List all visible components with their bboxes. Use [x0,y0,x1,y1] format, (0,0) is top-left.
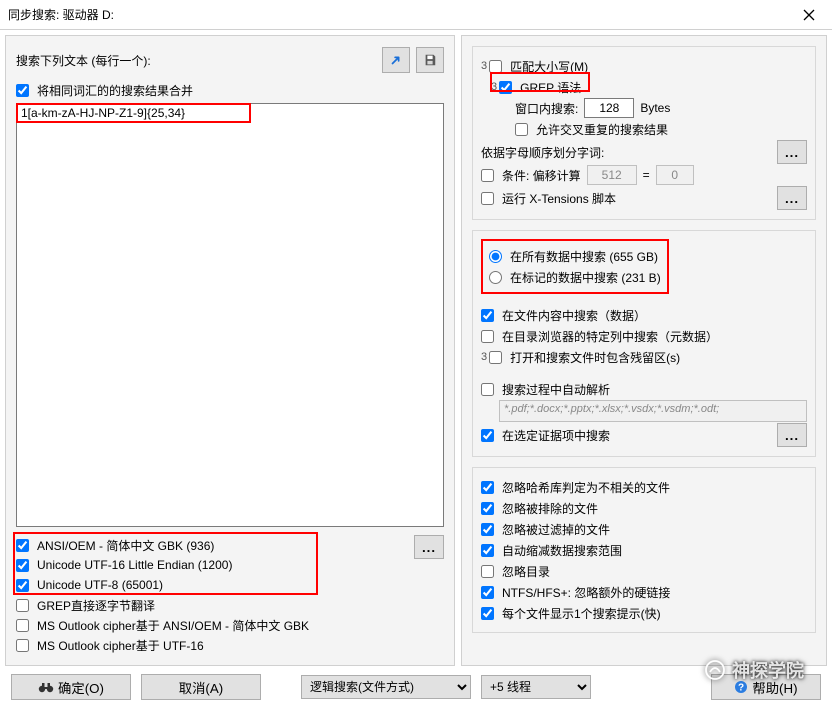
close-icon [801,7,817,23]
condition-rem-input [656,165,694,185]
left-panel: 搜索下列文本 (每行一个): [5,35,455,666]
search-text-input[interactable] [16,103,444,527]
window-search-label: 窗口内搜索: [515,100,578,117]
auto-parse-extensions: *.pdf;*.docx;*.pptx;*.xlsx;*.vsdx;*.vsdm… [499,400,807,422]
help-icon: ? [734,680,748,694]
condition-checkbox[interactable]: 条件: 偏移计算 [481,167,581,184]
encoding-label: Unicode UTF-8 (65001) [37,578,163,592]
split-words-label: 依据字母顺序划分字词: [481,144,771,161]
encoding-item: MS Outlook cipher基于 UTF-16 [16,635,444,655]
merge-results-checkbox[interactable]: 将相同词汇的的搜索结果合并 [16,82,193,99]
window-bytes-input[interactable] [584,98,634,118]
bottom-bar: 确定(O) 取消(A) 逻辑搜索(文件方式) +5 线程 ? 帮助(H) [5,666,827,704]
encoding-checkbox[interactable]: Unicode UTF-16 Little Endian (1200) [16,558,232,572]
encoding-label: ANSI/OEM - 简体中文 GBK (936) [37,537,214,554]
encoding-checkbox[interactable]: MS Outlook cipher基于 UTF-16 [16,637,204,654]
evidence-config-button[interactable]: ... [777,423,807,447]
encoding-label: Unicode UTF-16 Little Endian (1200) [37,558,232,572]
ignore-hash-checkbox[interactable]: 忽略哈希库判定为不相关的文件 [481,479,670,496]
ignore-dirs-checkbox[interactable]: 忽略目录 [481,563,550,580]
save-icon [423,52,437,68]
annotation-num-slack: 3 [481,351,487,363]
titlebar: 同步搜索: 驱动器 D: [0,0,832,30]
window-title: 同步搜索: 驱动器 D: [8,6,786,23]
threads-select[interactable]: +5 线程 [481,675,591,699]
search-mode-select[interactable]: 逻辑搜索(文件方式) [301,675,471,699]
auto-shrink-checkbox[interactable]: 自动缩减数据搜索范围 [481,542,622,559]
encoding-checkbox[interactable]: ANSI/OEM - 简体中文 GBK (936) [16,537,214,554]
encoding-item: Unicode UTF-8 (65001) [16,575,444,595]
svg-text:?: ? [738,683,744,694]
encodings-group: ANSI/OEM - 简体中文 GBK (936) Unicode UTF-16 … [16,535,444,655]
annotation-num-matchcase: 3 [481,60,487,72]
load-button[interactable] [382,47,410,73]
search-prompt-label: 搜索下列文本 (每行一个): [16,52,151,69]
scope-tagged-radio[interactable]: 在标记的数据中搜索 (231 B) [489,269,661,286]
help-button[interactable]: ? 帮助(H) [711,674,821,700]
window-bytes-unit: Bytes [640,101,670,115]
scope-all-radio[interactable]: 在所有数据中搜索 (655 GB) [489,248,658,265]
include-slack-checkbox[interactable]: 打开和搜索文件时包含残留区(s) [489,349,680,366]
ok-button[interactable]: 确定(O) [11,674,131,700]
encoding-label: MS Outlook cipher基于 UTF-16 [37,637,204,654]
in-file-content-checkbox[interactable]: 在文件内容中搜索（数据） [481,307,646,324]
right-panel: 3 匹配大小写(M) 3 GREP 语法 窗口内搜索: Bytes 允许交叉重复… [461,35,827,666]
close-button[interactable] [786,0,832,30]
ntfs-hfs-checkbox[interactable]: NTFS/HFS+: 忽略额外的硬链接 [481,584,670,601]
encoding-item: Unicode UTF-16 Little Endian (1200) [16,555,444,575]
condition-mod-input [587,165,637,185]
in-dir-columns-checkbox[interactable]: 在目录浏览器的特定列中搜索（元数据） [481,328,718,345]
annotation-redbox-scope: 在所有数据中搜索 (655 GB) 在标记的数据中搜索 (231 B) [481,239,669,294]
split-words-config-button[interactable]: ... [777,140,807,164]
encoding-item: GREP直接逐字节翻译 [16,595,444,615]
annotation-num-grep: 3 [491,81,497,93]
run-xtensions-checkbox[interactable]: 运行 X-Tensions 脚本 [481,190,771,207]
ignore-excluded-checkbox[interactable]: 忽略被排除的文件 [481,500,598,517]
encoding-item: MS Outlook cipher基于 ANSI/OEM - 简体中文 GBK [16,615,444,635]
xtensions-config-button[interactable]: ... [777,186,807,210]
encoding-item: ANSI/OEM - 简体中文 GBK (936) [16,535,444,555]
shortcut-icon [389,52,403,68]
encoding-label: MS Outlook cipher基于 ANSI/OEM - 简体中文 GBK [37,617,309,634]
binoculars-icon [38,680,54,694]
encoding-checkbox[interactable]: GREP直接逐字节翻译 [16,597,155,614]
per-file-hint-checkbox[interactable]: 每个文件显示1个搜索提示(快) [481,605,661,622]
auto-parse-checkbox[interactable]: 搜索过程中自动解析 [481,381,610,398]
encoding-checkbox[interactable]: MS Outlook cipher基于 ANSI/OEM - 简体中文 GBK [16,617,309,634]
cancel-button[interactable]: 取消(A) [141,674,261,700]
encodings-more-button[interactable]: ... [414,535,444,559]
match-case-checkbox[interactable]: 匹配大小写(M) [489,58,588,75]
save-button[interactable] [416,47,444,73]
encoding-checkbox[interactable]: Unicode UTF-8 (65001) [16,578,163,592]
encoding-label: GREP直接逐字节翻译 [37,597,155,614]
ignore-filtered-checkbox[interactable]: 忽略被过滤掉的文件 [481,521,610,538]
in-evidence-checkbox[interactable]: 在选定证据项中搜索 [481,427,771,444]
grep-syntax-checkbox[interactable]: GREP 语法 [499,79,581,96]
allow-overlap-checkbox[interactable]: 允许交叉重复的搜索结果 [515,121,668,138]
